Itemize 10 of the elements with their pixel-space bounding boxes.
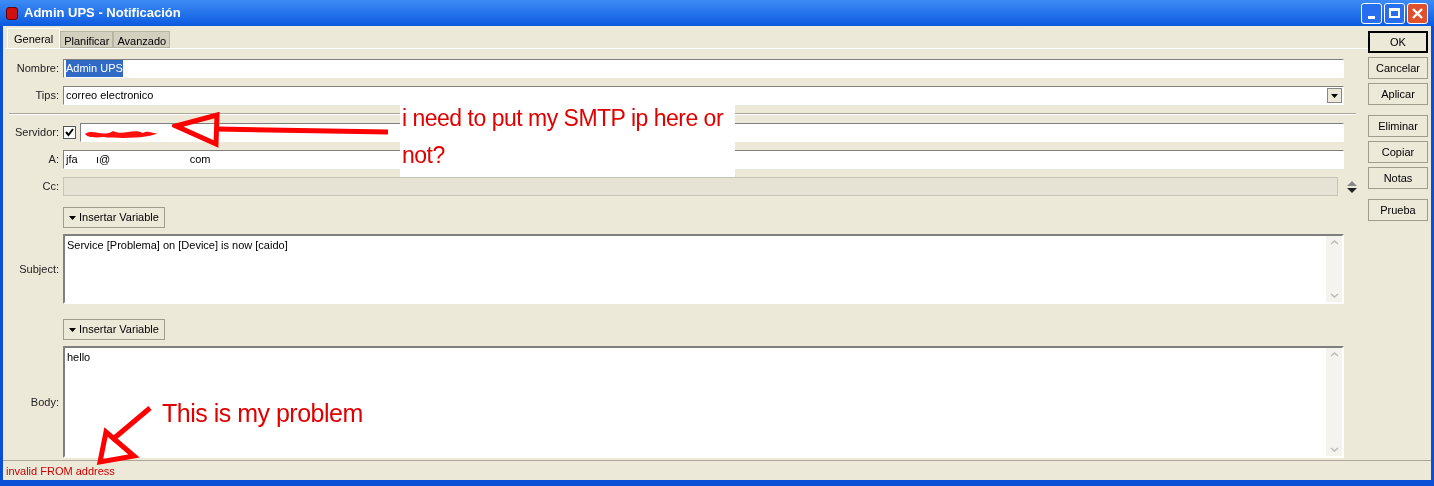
window-title: Admin UPS - Notificación bbox=[24, 4, 181, 23]
field-label: Body: bbox=[29, 394, 59, 410]
field-label: Cc: bbox=[41, 179, 59, 195]
annotation-text: This is my problem bbox=[162, 398, 363, 428]
field-label: Subject: bbox=[18, 261, 59, 277]
field-label: Nombre: bbox=[15, 61, 59, 77]
status-text: invalid FROM address bbox=[6, 463, 115, 479]
field-label: A: bbox=[47, 152, 59, 168]
field-label: Servidor: bbox=[13, 125, 59, 141]
field-label: Tips: bbox=[34, 88, 59, 104]
